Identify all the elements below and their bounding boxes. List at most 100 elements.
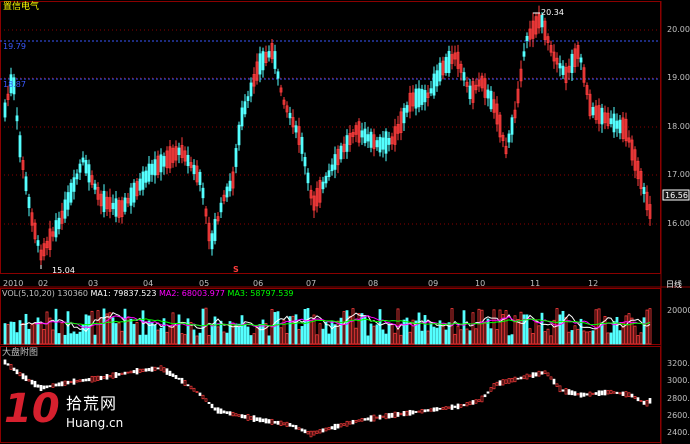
volume-bar <box>381 329 385 345</box>
volume-bar <box>99 317 103 345</box>
index-candle <box>318 429 322 434</box>
index-candle <box>465 402 469 407</box>
volume-bar <box>12 321 16 345</box>
candle-body <box>438 62 442 82</box>
candle-body <box>111 202 115 210</box>
volume-bar <box>528 328 532 345</box>
candle-body <box>405 105 409 113</box>
index-candle <box>555 383 559 387</box>
index-candle <box>78 379 82 383</box>
index-candle <box>450 404 454 410</box>
volume-bar <box>549 335 553 345</box>
watermark-number: 10 <box>4 386 60 432</box>
volume-bar <box>261 319 265 345</box>
volume-bar <box>207 335 211 345</box>
period-tab[interactable]: 日线 <box>666 279 682 290</box>
candle-body <box>363 128 367 144</box>
index-candle <box>96 375 100 381</box>
volume-bar <box>423 315 427 345</box>
index-candle <box>30 379 34 385</box>
index-candle <box>9 363 13 370</box>
candle-body <box>642 187 646 194</box>
index-candle <box>342 423 346 426</box>
index-candle <box>162 367 166 373</box>
index-candle <box>246 414 250 421</box>
volume-bar <box>498 309 502 345</box>
candle-body <box>414 88 418 109</box>
index-candle <box>186 384 190 387</box>
volume-bar <box>21 323 25 345</box>
index-candle <box>204 398 208 402</box>
index-candle <box>129 370 133 374</box>
price-tick-17: 17.00 <box>667 170 690 179</box>
stock-chart[interactable] <box>0 0 690 444</box>
volume-bar <box>42 328 46 345</box>
index-candle <box>222 410 226 414</box>
volume-bar <box>291 315 295 345</box>
index-candle <box>183 380 187 386</box>
volume-bar <box>420 330 424 345</box>
candle-body <box>144 170 148 183</box>
volume-bar <box>366 335 370 345</box>
index-candle <box>534 372 538 377</box>
volume-bar <box>477 308 481 345</box>
index-candle <box>72 378 76 385</box>
index-candle <box>564 388 568 395</box>
index-candle <box>276 420 280 425</box>
candle-body <box>114 198 118 217</box>
index-candle <box>615 391 619 394</box>
candle-body <box>81 157 85 163</box>
index-candle <box>168 370 172 376</box>
index-candle <box>645 399 649 407</box>
index-candle <box>69 380 73 384</box>
index-candle <box>297 427 301 430</box>
index-candle <box>219 408 223 414</box>
index-candle <box>150 366 154 372</box>
index-candle <box>198 392 202 396</box>
index-candle <box>525 373 529 380</box>
volume-bar <box>231 322 235 345</box>
volume-bar <box>531 333 535 345</box>
volume-bar <box>138 334 142 345</box>
volume-bar <box>426 330 430 345</box>
volume-bar <box>432 326 436 345</box>
current-price: 16.56 <box>665 191 688 200</box>
candle-body <box>525 35 529 42</box>
candle-body <box>303 157 307 167</box>
volume-bar <box>462 310 466 345</box>
sell-marker: S <box>233 265 239 274</box>
index-candle <box>396 412 400 417</box>
candle-body <box>468 85 472 100</box>
index-candle <box>387 413 391 419</box>
volume-bar <box>117 322 121 345</box>
volume-bar <box>330 321 334 345</box>
candle-body <box>129 187 133 206</box>
volume-bar <box>435 327 439 345</box>
index-candle <box>279 420 283 426</box>
volume-bar <box>567 331 571 345</box>
index-candle <box>309 430 313 438</box>
volume-bar <box>141 310 145 345</box>
volume-bar <box>576 328 580 345</box>
index-candle <box>27 379 31 382</box>
candle-body <box>213 219 217 241</box>
price-tick-20: 20.00 <box>667 25 690 34</box>
volume-bar <box>327 333 331 345</box>
watermark-logo: 10 拾荒网 Huang.cn <box>4 386 154 442</box>
index-candle <box>381 415 385 418</box>
index-candle <box>141 368 145 373</box>
candle-body <box>162 156 166 167</box>
volume-bar <box>36 317 40 345</box>
candle-body <box>345 135 349 152</box>
month-label: 05 <box>199 279 210 288</box>
volume-bar <box>300 326 304 345</box>
index-candle <box>135 368 139 375</box>
index-candle <box>621 391 625 396</box>
index-candle <box>447 406 451 409</box>
volume-bar <box>357 313 361 345</box>
index-candle <box>303 429 307 434</box>
volume-bar <box>183 334 187 345</box>
candle-body <box>384 131 388 154</box>
volume-bar <box>72 331 76 345</box>
volume-bar <box>249 335 253 345</box>
